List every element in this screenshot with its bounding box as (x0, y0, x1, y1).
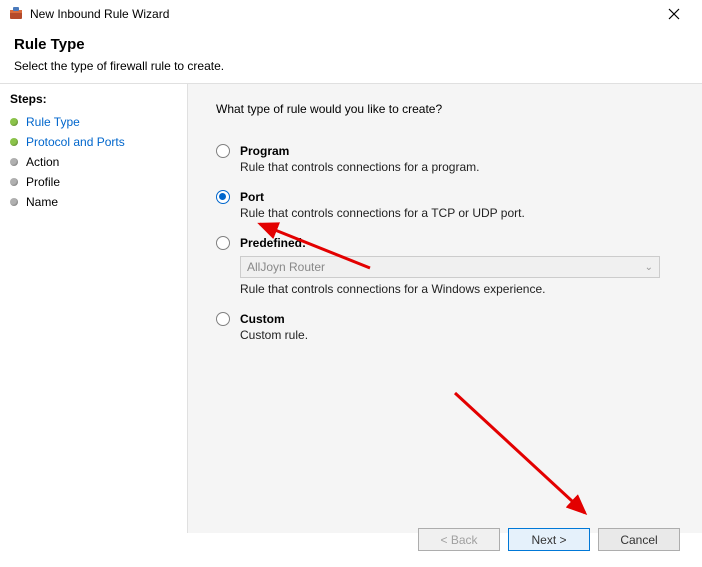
cancel-button[interactable]: Cancel (598, 528, 680, 551)
step-label: Name (26, 195, 58, 209)
step-label: Profile (26, 175, 60, 189)
page-title: Rule Type (14, 36, 688, 53)
option-label: Port (240, 190, 264, 204)
titlebar: New Inbound Rule Wizard (0, 0, 702, 28)
button-label: Cancel (620, 533, 657, 547)
wizard-buttons: < Back Next > Cancel (418, 528, 680, 551)
predefined-select[interactable]: AllJoyn Router ⌄ (240, 256, 660, 278)
button-label: < Back (440, 533, 477, 547)
back-button: < Back (418, 528, 500, 551)
step-bullet-icon (10, 178, 18, 186)
option-desc: Rule that controls connections for a Win… (240, 282, 674, 296)
step-bullet-icon (10, 138, 18, 146)
step-bullet-icon (10, 198, 18, 206)
steps-sidebar: Steps: Rule Type Protocol and Ports Acti… (0, 84, 188, 533)
step-name[interactable]: Name (10, 192, 187, 212)
option-label: Predefined: (240, 236, 306, 250)
chevron-down-icon: ⌄ (645, 262, 653, 273)
option-desc: Rule that controls connections for a pro… (240, 160, 674, 174)
step-rule-type[interactable]: Rule Type (10, 112, 187, 132)
step-label: Rule Type (26, 115, 80, 129)
button-label: Next > (531, 533, 566, 547)
step-bullet-icon (10, 118, 18, 126)
window-title: New Inbound Rule Wizard (30, 7, 654, 21)
radio-custom[interactable] (216, 312, 230, 326)
radio-program[interactable] (216, 144, 230, 158)
rule-type-question: What type of rule would you like to crea… (216, 102, 674, 116)
option-desc: Rule that controls connections for a TCP… (240, 206, 674, 220)
wizard-content: What type of rule would you like to crea… (188, 84, 702, 533)
step-label: Action (26, 155, 59, 169)
step-protocol-ports[interactable]: Protocol and Ports (10, 132, 187, 152)
wizard-header: Rule Type Select the type of firewall ru… (0, 28, 702, 83)
wizard-body: Steps: Rule Type Protocol and Ports Acti… (0, 83, 702, 533)
option-custom[interactable]: Custom Custom rule. (216, 312, 674, 342)
close-button[interactable] (654, 0, 694, 28)
step-label: Protocol and Ports (26, 135, 125, 149)
option-label: Program (240, 144, 289, 158)
radio-port[interactable] (216, 190, 230, 204)
option-predefined[interactable]: Predefined: AllJoyn Router ⌄ Rule that c… (216, 236, 674, 296)
step-action[interactable]: Action (10, 152, 187, 172)
option-desc: Custom rule. (240, 328, 674, 342)
steps-title: Steps: (10, 92, 187, 106)
step-profile[interactable]: Profile (10, 172, 187, 192)
next-button[interactable]: Next > (508, 528, 590, 551)
page-description: Select the type of firewall rule to crea… (14, 59, 688, 73)
option-label: Custom (240, 312, 285, 326)
predefined-value: AllJoyn Router (247, 260, 325, 274)
option-port[interactable]: Port Rule that controls connections for … (216, 190, 674, 220)
step-bullet-icon (10, 158, 18, 166)
close-icon (668, 8, 680, 20)
option-program[interactable]: Program Rule that controls connections f… (216, 144, 674, 174)
firewall-icon (8, 6, 24, 22)
radio-predefined[interactable] (216, 236, 230, 250)
